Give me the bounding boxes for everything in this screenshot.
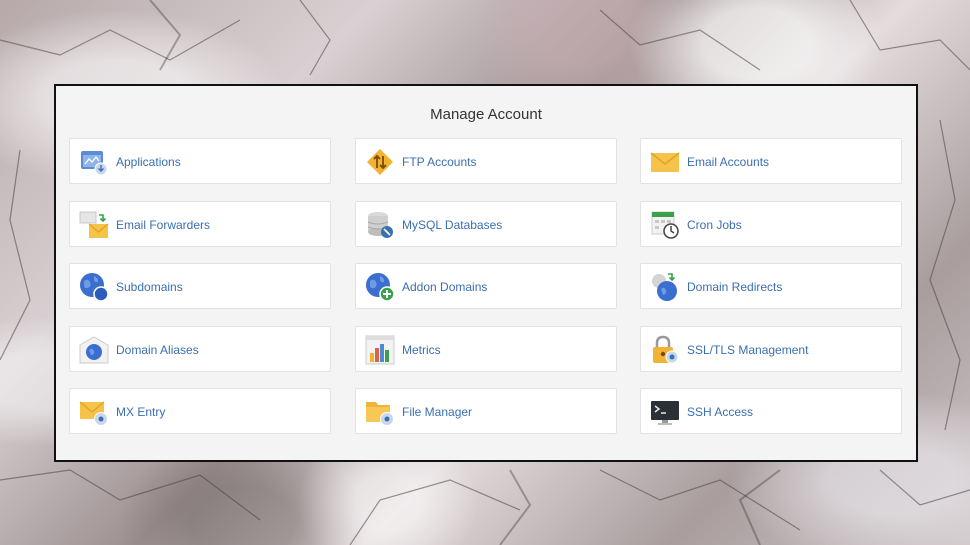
panel-title: Manage Account (430, 106, 542, 123)
tile-label: Email Accounts (687, 155, 770, 169)
terminal-icon (650, 397, 680, 427)
ftp-icon (365, 147, 395, 177)
tile-email-accounts[interactable]: Email Accounts (640, 138, 902, 184)
tile-email-forwarders[interactable]: Email Forwarders (69, 201, 331, 247)
folder-icon (365, 397, 395, 427)
tile-label: Domain Redirects (687, 280, 783, 294)
tile-domain-aliases[interactable]: Domain Aliases (69, 326, 331, 372)
tile-label: MX Entry (116, 405, 166, 419)
globe-icon (79, 272, 109, 302)
tile-label: Addon Domains (402, 280, 488, 294)
tile-label: SSH Access (687, 405, 754, 419)
tile-cron-jobs[interactable]: Cron Jobs (640, 201, 902, 247)
tile-domain-redirects[interactable]: Domain Redirects (640, 263, 902, 309)
applications-icon (79, 147, 109, 177)
tile-applications[interactable]: Applications (69, 138, 331, 184)
tile-mx-entry[interactable]: MX Entry (69, 388, 331, 434)
tile-label: MySQL Databases (402, 218, 503, 232)
globe-redirect-icon (650, 272, 680, 302)
database-icon (365, 210, 395, 240)
tile-label: FTP Accounts (402, 155, 477, 169)
tile-metrics[interactable]: Metrics (355, 326, 617, 372)
tile-ssh-access[interactable]: SSH Access (640, 388, 902, 434)
tile-mysql-databases[interactable]: MySQL Databases (355, 201, 617, 247)
email-icon (650, 147, 680, 177)
tile-file-manager[interactable]: File Manager (355, 388, 617, 434)
tile-label: Metrics (402, 343, 441, 357)
tile-label: Cron Jobs (687, 218, 742, 232)
cron-clock-icon (650, 210, 680, 240)
email-forwarder-icon (79, 210, 109, 240)
manage-account-panel: Manage Account Applications FTP Accounts… (54, 84, 918, 462)
tile-label: SSL/TLS Management (687, 343, 809, 357)
tile-label: Subdomains (116, 280, 183, 294)
tile-label: Applications (116, 155, 181, 169)
mx-entry-icon (79, 397, 109, 427)
domain-alias-icon (79, 335, 109, 365)
tile-label: Email Forwarders (116, 218, 211, 232)
tile-addon-domains[interactable]: Addon Domains (355, 263, 617, 309)
metrics-chart-icon (365, 335, 395, 365)
lock-icon (650, 335, 680, 365)
globe-add-icon (365, 272, 395, 302)
tile-subdomains[interactable]: Subdomains (69, 263, 331, 309)
tile-label: Domain Aliases (116, 343, 199, 357)
tile-label: File Manager (402, 405, 473, 419)
tile-ftp-accounts[interactable]: FTP Accounts (355, 138, 617, 184)
tile-ssl-tls-management[interactable]: SSL/TLS Management (640, 326, 902, 372)
